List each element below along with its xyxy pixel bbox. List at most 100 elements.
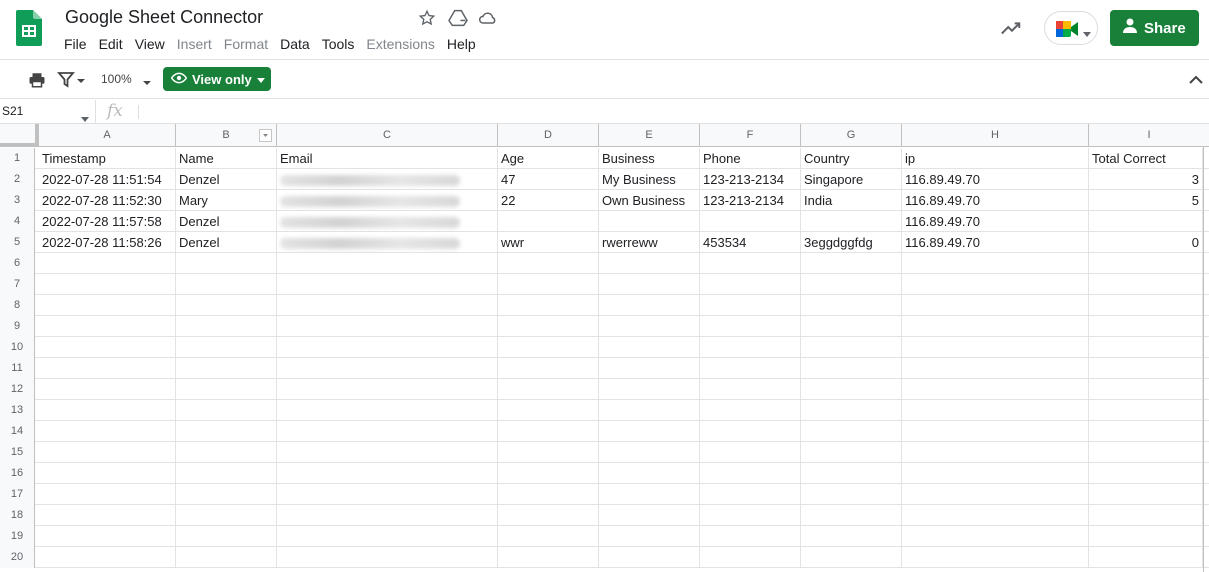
table-cell[interactable] [902,526,1089,547]
table-cell[interactable] [1089,316,1203,337]
table-cell[interactable]: 5 [1089,190,1203,211]
table-cell[interactable] [277,547,498,568]
table-cell[interactable] [498,211,599,232]
table-cell[interactable] [277,274,498,295]
table-cell[interactable]: Timestamp [39,148,176,169]
table-cell[interactable] [39,442,176,463]
table-cell[interactable] [700,463,801,484]
column-header-c[interactable]: C [277,124,498,147]
table-cell[interactable] [599,505,700,526]
table-cell[interactable] [801,211,902,232]
table-cell[interactable]: ip [902,148,1089,169]
table-cell[interactable] [277,169,498,190]
table-cell[interactable]: My Business [599,169,700,190]
table-cell[interactable] [1089,295,1203,316]
menu-format[interactable]: Format [218,35,274,53]
table-cell[interactable] [599,547,700,568]
table-cell[interactable] [700,316,801,337]
table-cell[interactable] [498,358,599,379]
sheets-logo-icon[interactable] [16,10,42,46]
table-cell[interactable] [700,274,801,295]
row-header[interactable]: 19 [0,526,35,547]
table-cell[interactable]: 47 [498,169,599,190]
table-cell[interactable] [498,400,599,421]
filter-icon[interactable] [57,71,87,89]
table-cell[interactable] [801,379,902,400]
table-cell[interactable]: Denzel [176,232,277,253]
table-cell[interactable]: Business [599,148,700,169]
table-cell[interactable]: 0 [1089,232,1203,253]
table-cell[interactable] [599,211,700,232]
row-header[interactable]: 9 [0,316,35,337]
table-cell[interactable] [1089,526,1203,547]
table-cell[interactable] [176,358,277,379]
table-cell[interactable] [176,442,277,463]
table-cell[interactable] [176,484,277,505]
menu-extensions[interactable]: Extensions [360,35,440,53]
table-cell[interactable] [1089,379,1203,400]
table-cell[interactable] [801,463,902,484]
row-header[interactable]: 3 [0,190,35,211]
share-button[interactable]: Share [1110,10,1199,46]
menu-file[interactable]: File [58,35,93,53]
table-cell[interactable]: 116.89.49.70 [902,169,1089,190]
table-cell[interactable]: Age [498,148,599,169]
menu-data[interactable]: Data [274,35,316,53]
table-cell[interactable] [801,295,902,316]
table-cell[interactable] [39,358,176,379]
table-cell[interactable] [1089,274,1203,295]
table-cell[interactable]: rwerreww [599,232,700,253]
table-cell[interactable] [277,295,498,316]
table-cell[interactable] [277,442,498,463]
zoom-select[interactable]: 100% [101,72,132,86]
table-cell[interactable] [176,316,277,337]
table-cell[interactable] [1089,547,1203,568]
table-cell[interactable] [277,253,498,274]
table-cell[interactable] [599,421,700,442]
row-header[interactable]: 7 [0,274,35,295]
table-cell[interactable] [176,526,277,547]
row-header[interactable]: 4 [0,211,35,232]
table-cell[interactable] [801,274,902,295]
table-cell[interactable] [277,190,498,211]
table-cell[interactable] [176,379,277,400]
table-cell[interactable] [700,211,801,232]
table-cell[interactable] [498,253,599,274]
table-cell[interactable] [498,547,599,568]
table-cell[interactable] [1089,442,1203,463]
column-header-d[interactable]: D [498,124,599,147]
table-cell[interactable] [700,547,801,568]
table-cell[interactable] [700,505,801,526]
row-header[interactable]: 8 [0,295,35,316]
row-header[interactable]: 16 [0,463,35,484]
table-cell[interactable] [599,526,700,547]
table-cell[interactable] [801,400,902,421]
table-cell[interactable] [277,232,498,253]
print-icon[interactable] [28,71,46,89]
table-cell[interactable] [599,400,700,421]
table-cell[interactable]: 123-213-2134 [700,190,801,211]
table-cell[interactable] [700,253,801,274]
view-only-button[interactable]: View only [163,67,271,91]
table-cell[interactable] [902,421,1089,442]
table-cell[interactable]: India [801,190,902,211]
table-cell[interactable] [700,484,801,505]
table-cell[interactable] [801,505,902,526]
column-header-b[interactable]: B [176,124,277,147]
table-cell[interactable] [1089,421,1203,442]
table-cell[interactable]: Country [801,148,902,169]
table-cell[interactable] [902,337,1089,358]
row-header[interactable]: 2 [0,169,35,190]
table-cell[interactable] [176,253,277,274]
table-cell[interactable] [599,337,700,358]
column-header-f[interactable]: F [700,124,801,147]
table-cell[interactable]: Singapore [801,169,902,190]
table-cell[interactable]: Denzel [176,211,277,232]
table-cell[interactable] [39,400,176,421]
table-cell[interactable]: 453534 [700,232,801,253]
table-cell[interactable] [801,547,902,568]
table-cell[interactable] [902,484,1089,505]
table-cell[interactable] [277,526,498,547]
table-cell[interactable] [801,337,902,358]
row-header[interactable]: 20 [0,547,35,568]
